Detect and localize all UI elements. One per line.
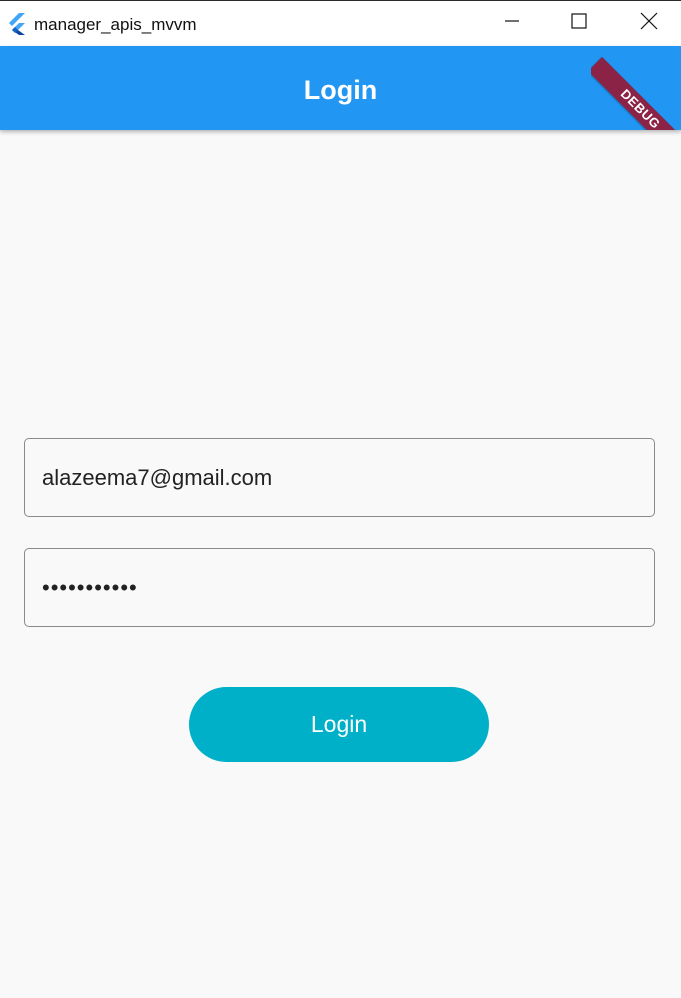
login-button[interactable]: Login — [189, 687, 489, 762]
flutter-logo-icon — [7, 13, 27, 35]
page-title: Login — [303, 75, 378, 105]
email-field[interactable]: alazeema7@gmail.com — [24, 438, 655, 517]
window-titlebar[interactable]: manager_apis_mvvm — [0, 0, 681, 46]
app-bar: Login — [0, 46, 681, 130]
close-icon — [640, 12, 658, 35]
window-title: manager_apis_mvvm — [34, 15, 197, 34]
debug-banner-label: DEBUG — [591, 56, 681, 130]
minimize-icon — [504, 13, 520, 34]
password-value: ••••••••••• — [42, 574, 138, 600]
maximize-icon — [571, 13, 587, 34]
app-window: manager_apis_mvvm Login DEBUG alazeema7@… — [0, 0, 681, 998]
email-value: alazeema7@gmail.com — [42, 464, 273, 490]
maximize-button[interactable] — [544, 1, 614, 46]
debug-banner: DEBUG — [591, 46, 681, 130]
minimize-button[interactable] — [477, 1, 547, 46]
password-field[interactable]: ••••••••••• — [24, 548, 655, 627]
close-button[interactable] — [614, 1, 681, 46]
login-button-label: Login — [310, 711, 368, 737]
